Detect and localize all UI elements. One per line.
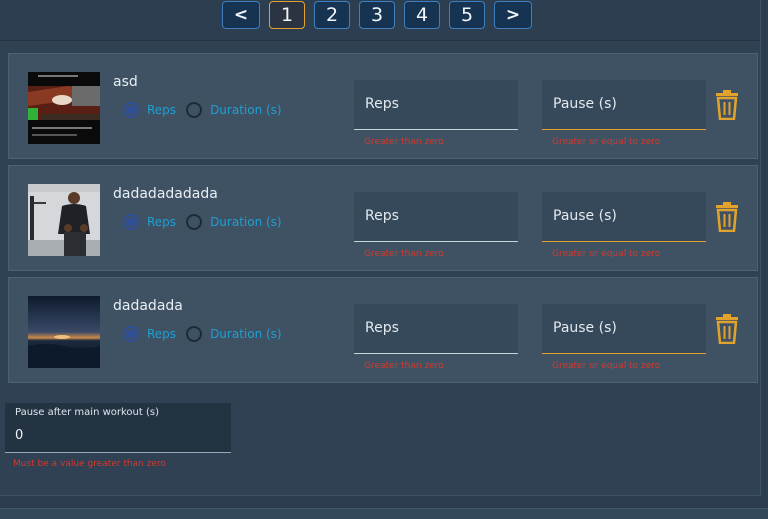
reps-error: Greater than zero [364,137,444,147]
next-page-button[interactable]: > [494,1,532,29]
duration-radio-label[interactable]: Duration (s) [210,103,282,117]
reps-radio-label[interactable]: Reps [147,215,176,229]
exercise-row: dadadadadada Reps Duration (s) Reps Grea… [8,165,758,271]
reps-input[interactable]: Reps [354,304,518,354]
page-button-1[interactable]: 1 [269,1,305,29]
duration-radio[interactable] [186,326,203,342]
final-pause-value: 0 [15,428,24,443]
page-button-3[interactable]: 3 [359,1,395,29]
pause-input[interactable]: Pause (s) [542,304,706,354]
reps-radio-label[interactable]: Reps [147,103,176,117]
mode-radio-group: Reps Duration (s) [123,102,292,118]
final-pause-label: Pause after main workout (s) [15,407,159,418]
reps-radio[interactable] [123,214,139,230]
trash-icon[interactable] [715,314,739,345]
exercise-row: dadadada Reps Duration (s) Reps Greater … [8,277,758,383]
pause-input[interactable]: Pause (s) [542,192,706,242]
mode-radio-group: Reps Duration (s) [123,326,292,342]
prev-page-button[interactable]: < [222,1,260,29]
pause-error: Greater or equal to zero [552,361,661,371]
reps-error: Greater than zero [364,361,444,371]
trash-icon[interactable] [715,90,739,121]
exercise-name: asd [113,74,138,90]
reps-placeholder: Reps [365,96,399,112]
pause-error: Greater or equal to zero [552,137,661,147]
pause-placeholder: Pause (s) [553,208,617,224]
pagination-bar: < 1 2 3 4 5 > [0,0,760,41]
duration-radio-label[interactable]: Duration (s) [210,327,282,341]
pause-input[interactable]: Pause (s) [542,80,706,130]
reps-radio[interactable] [123,326,139,342]
reps-input[interactable]: Reps [354,192,518,242]
pause-placeholder: Pause (s) [553,320,617,336]
reps-radio[interactable] [123,102,139,118]
duration-radio[interactable] [186,102,203,118]
exercise-thumbnail [28,72,100,144]
reps-error: Greater than zero [364,249,444,259]
pause-error: Greater or equal to zero [552,249,661,259]
final-pause-error: Must be a value greater than zero [13,459,166,469]
exercise-name: dadadadadada [113,186,218,202]
exercise-row: asd Reps Duration (s) Reps Greater than … [8,53,758,159]
mode-radio-group: Reps Duration (s) [123,214,292,230]
exercise-thumbnail [28,184,100,256]
page-button-2[interactable]: 2 [314,1,350,29]
reps-placeholder: Reps [365,320,399,336]
bottom-strip [0,508,768,519]
duration-radio-label[interactable]: Duration (s) [210,215,282,229]
reps-input[interactable]: Reps [354,80,518,130]
exercise-name: dadadada [113,298,183,314]
pause-placeholder: Pause (s) [553,96,617,112]
pagination: < 1 2 3 4 5 > [222,1,532,29]
trash-icon[interactable] [715,202,739,233]
duration-radio[interactable] [186,214,203,230]
page-button-5[interactable]: 5 [449,1,485,29]
final-pause-input[interactable]: Pause after main workout (s) 0 [5,403,231,453]
exercise-thumbnail [28,296,100,368]
reps-placeholder: Reps [365,208,399,224]
page-button-4[interactable]: 4 [404,1,440,29]
reps-radio-label[interactable]: Reps [147,327,176,341]
